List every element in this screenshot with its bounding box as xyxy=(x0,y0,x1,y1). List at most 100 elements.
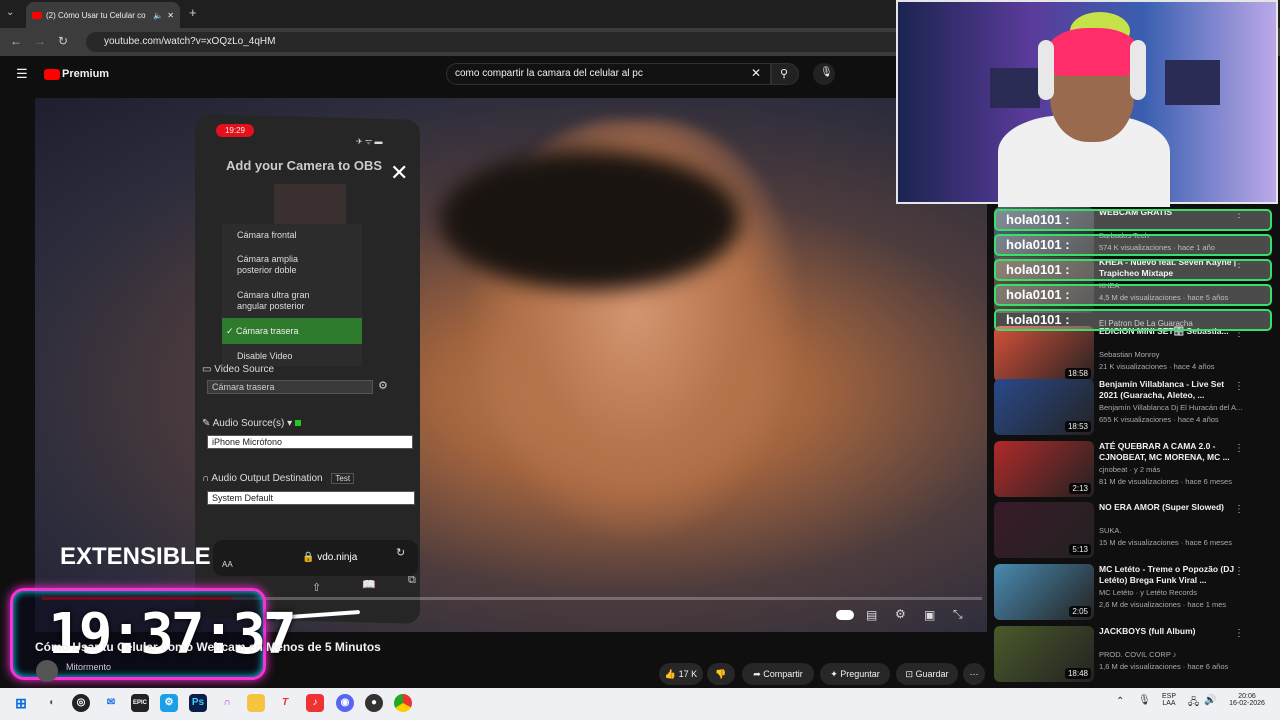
settings-icon[interactable]: ⚙ xyxy=(895,607,906,621)
related-video-item[interactable]: 2:05 MC Letéto - Treme o Popozão (DJ Leté… xyxy=(994,564,1264,622)
menu-icon[interactable]: ☰ xyxy=(16,66,28,82)
save-button[interactable]: ⊡ Guardar xyxy=(896,663,958,685)
subtitles-icon[interactable]: ▤ xyxy=(866,608,877,622)
app-icon[interactable]: ◎ xyxy=(72,694,90,712)
microphone-tray-icon[interactable]: 🎙 xyxy=(1138,695,1151,706)
autoplay-toggle[interactable] xyxy=(836,610,854,620)
phone-dialog-title: Add your Camera to OBS xyxy=(226,158,383,173)
url-field[interactable]: youtube.com/watch?v=xOQzLo_4qHM xyxy=(86,32,906,52)
clear-search-icon[interactable]: ✕ xyxy=(751,66,761,80)
clock-date[interactable]: 20:06 16-02-2026 xyxy=(1222,693,1272,707)
youtube-favicon-icon xyxy=(32,11,42,19)
microphone-icon: 🎙 xyxy=(820,67,833,78)
windows-start-icon[interactable]: ⊞ xyxy=(12,694,30,712)
like-button[interactable]: 👍 17 K xyxy=(659,663,703,685)
camera-option: Disable Video xyxy=(237,351,293,361)
related-video-meta: 1,6 M de visualizaciones · hace 6 años xyxy=(1099,662,1229,671)
network-icon[interactable]: 🖧 xyxy=(1188,695,1199,712)
ask-button[interactable]: ✦ Preguntar xyxy=(820,663,890,685)
obs-icon[interactable]: ● xyxy=(365,694,383,712)
more-options-icon[interactable]: ⋮ xyxy=(1234,381,1244,392)
forward-icon[interactable]: → xyxy=(34,34,46,48)
mouse-icon[interactable]: ◖ xyxy=(42,694,60,712)
mail-icon[interactable]: ✉ xyxy=(102,694,120,712)
discord-icon[interactable]: ◉ xyxy=(336,694,354,712)
test-button: Test xyxy=(331,473,355,484)
more-options-icon[interactable]: ⋮ xyxy=(1234,566,1244,577)
related-video-item[interactable]: 5:13 NO ERA AMOR (Super Slowed) SUKA. 15 M … xyxy=(994,502,1264,560)
related-video-channel: PROD. COVIL CORP ♪ xyxy=(1099,650,1177,659)
video-thumbnail[interactable]: 18:53 xyxy=(994,379,1094,435)
photoshop-icon[interactable]: Ps xyxy=(189,694,207,712)
related-video-item[interactable]: 2:13 ATÉ QUEBRAR A CAMA 2.0 - CJNOBEAT, M… xyxy=(994,441,1264,499)
search-input[interactable]: como compartir la camara del celular al … xyxy=(446,63,771,85)
video-thumbnail[interactable]: 5:13 xyxy=(994,502,1094,558)
audio-icon[interactable]: 🔈 xyxy=(153,11,163,20)
shelf xyxy=(990,68,1040,108)
settings-gear-icon: ⚙ xyxy=(378,380,388,392)
steam-icon[interactable]: ⚙ xyxy=(160,694,178,712)
premium-logo-text[interactable]: Premium xyxy=(62,68,109,80)
headset-left xyxy=(1038,40,1054,100)
miniplayer-icon[interactable]: ▣ xyxy=(924,608,935,622)
text-app-icon[interactable]: T xyxy=(276,694,294,712)
close-tab-icon[interactable]: ✕ xyxy=(167,11,174,20)
close-icon: ✕ xyxy=(390,160,409,185)
headphones-app-icon[interactable]: ∩ xyxy=(218,694,236,712)
channel-avatar[interactable] xyxy=(36,660,58,682)
sparkle-icon: ✦ xyxy=(830,669,838,679)
capcut-icon[interactable]: ♪ xyxy=(306,694,324,712)
related-video-title[interactable]: MC Letéto - Treme o Popozão (DJ Letéto) … xyxy=(1099,564,1244,586)
camera-option: Cámara amplia posterior doble xyxy=(237,254,299,275)
video-icon: ▭ xyxy=(202,364,215,375)
tab-list-chevron-icon[interactable]: ⌄ xyxy=(6,7,14,18)
youtube-logo-icon[interactable] xyxy=(44,69,60,80)
related-video-item[interactable]: 18:58 EDICION MINI SET🎛️ Sebastia... Sebas… xyxy=(994,326,1264,384)
bookmarks-icon: 📖 xyxy=(362,579,376,591)
browser-tab[interactable]: (2) Cómo Usar tu Celular co 🔈 ✕ xyxy=(26,2,180,28)
camera-option-selected: ✓ Cámara trasera xyxy=(226,326,299,336)
video-duration: 18:53 xyxy=(1064,421,1091,432)
dislike-button[interactable]: 👎 xyxy=(707,663,735,685)
share-button[interactable]: ➦ Compartir xyxy=(742,663,814,685)
search-button[interactable]: ⚲ xyxy=(771,63,799,85)
video-source-label: ▭ Video Source xyxy=(202,364,275,375)
related-video-title[interactable]: Benjamín Villablanca - Live Set 2021 (Gu… xyxy=(1099,379,1244,401)
video-thumbnail[interactable]: 18:48 xyxy=(994,626,1094,682)
related-video-title[interactable]: NO ERA AMOR (Super Slowed) xyxy=(1099,502,1244,513)
related-video-meta: 21 K visualizaciones · hace 4 años xyxy=(1099,362,1215,371)
related-video-item[interactable]: 18:53 Benjamín Villablanca - Live Set 202… xyxy=(994,379,1264,437)
new-tab-button[interactable]: + xyxy=(189,5,197,20)
more-options-icon[interactable]: ⋮ xyxy=(1234,628,1244,639)
show-hidden-icons[interactable]: ⌃ xyxy=(1116,696,1124,707)
video-duration: 18:48 xyxy=(1064,668,1091,679)
fullscreen-icon[interactable]: ⤡ xyxy=(953,607,963,622)
channel-name[interactable]: Mitormento xyxy=(66,662,111,672)
file-explorer-icon[interactable] xyxy=(247,694,265,712)
video-thumbnail[interactable]: 2:13 xyxy=(994,441,1094,497)
related-video-channel: MC Letéto · y Letéto Records xyxy=(1099,588,1197,597)
related-video-item[interactable]: 18:48 JACKBOYS (full Album) PROD. COVIL CO… xyxy=(994,626,1264,684)
language-indicator[interactable]: ESP LAA xyxy=(1158,693,1180,707)
audio-output-label: ∩ Audio Output Destination Test xyxy=(202,473,416,489)
more-options-icon[interactable]: ⋮ xyxy=(1234,443,1244,454)
streamer-hair xyxy=(1048,28,1138,76)
more-options-icon[interactable]: ⋮ xyxy=(1234,504,1244,515)
video-thumbnail[interactable]: 18:58 xyxy=(994,326,1094,382)
voice-search-button[interactable]: 🎙 xyxy=(813,63,835,85)
video-thumbnail[interactable]: 2:05 xyxy=(994,564,1094,620)
epic-games-icon[interactable]: EPIC xyxy=(131,694,149,712)
audio-source-label: ✎ Audio Source(s) ▾ xyxy=(202,418,416,434)
chrome-icon[interactable] xyxy=(394,694,412,712)
phone-status-icons: ✈ ᯤ ▬ xyxy=(356,137,383,146)
related-video-channel: SUKA. xyxy=(1099,526,1122,535)
microphone-icon: ✎ xyxy=(202,418,213,429)
phone-time: 19:29 xyxy=(216,124,254,137)
more-actions-button[interactable]: ⋯ xyxy=(963,663,985,685)
video-duration: 18:58 xyxy=(1064,368,1091,379)
related-video-title[interactable]: ATÉ QUEBRAR A CAMA 2.0 - CJNOBEAT, MC MO… xyxy=(1099,441,1244,463)
back-icon[interactable]: ← xyxy=(10,34,22,48)
related-video-title[interactable]: JACKBOYS (full Album) xyxy=(1099,626,1244,637)
reload-icon[interactable]: ↻ xyxy=(58,34,68,48)
volume-icon[interactable]: 🔊 xyxy=(1204,695,1216,706)
